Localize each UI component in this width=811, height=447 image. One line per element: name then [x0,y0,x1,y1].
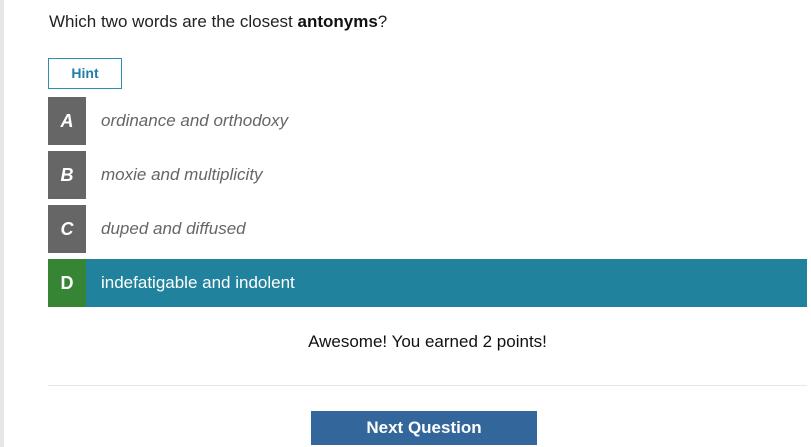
hint-button[interactable]: Hint [48,58,122,89]
question-prefix: Which two words are the closest [49,12,298,31]
choice-text-b: moxie and multiplicity [101,165,263,184]
choice-a[interactable]: A ordinance and orthodoxy [48,97,807,145]
choice-letter-a: A [48,97,86,145]
divider [48,385,807,386]
choice-text-a: ordinance and orthodoxy [101,111,289,130]
choice-b[interactable]: B moxie and multiplicity [48,151,807,199]
choice-d-selected[interactable]: D indefatigable and indolent [48,259,807,307]
choice-c[interactable]: C duped and diffused [48,205,807,253]
choice-letter-d: D [48,259,86,307]
choice-text-d: indefatigable and indolent [101,273,295,292]
question-text: Which two words are the closest antonyms… [49,11,387,33]
feedback-message: Awesome! You earned 2 points! [308,332,547,351]
next-question-button[interactable]: Next Question [311,411,537,445]
question-suffix: ? [377,12,388,31]
question-emphasis: antonyms [297,12,378,31]
choice-letter-c: C [48,205,86,253]
choice-text-c: duped and diffused [101,219,246,238]
choice-letter-b: B [48,151,86,199]
left-edge-border [0,0,4,447]
